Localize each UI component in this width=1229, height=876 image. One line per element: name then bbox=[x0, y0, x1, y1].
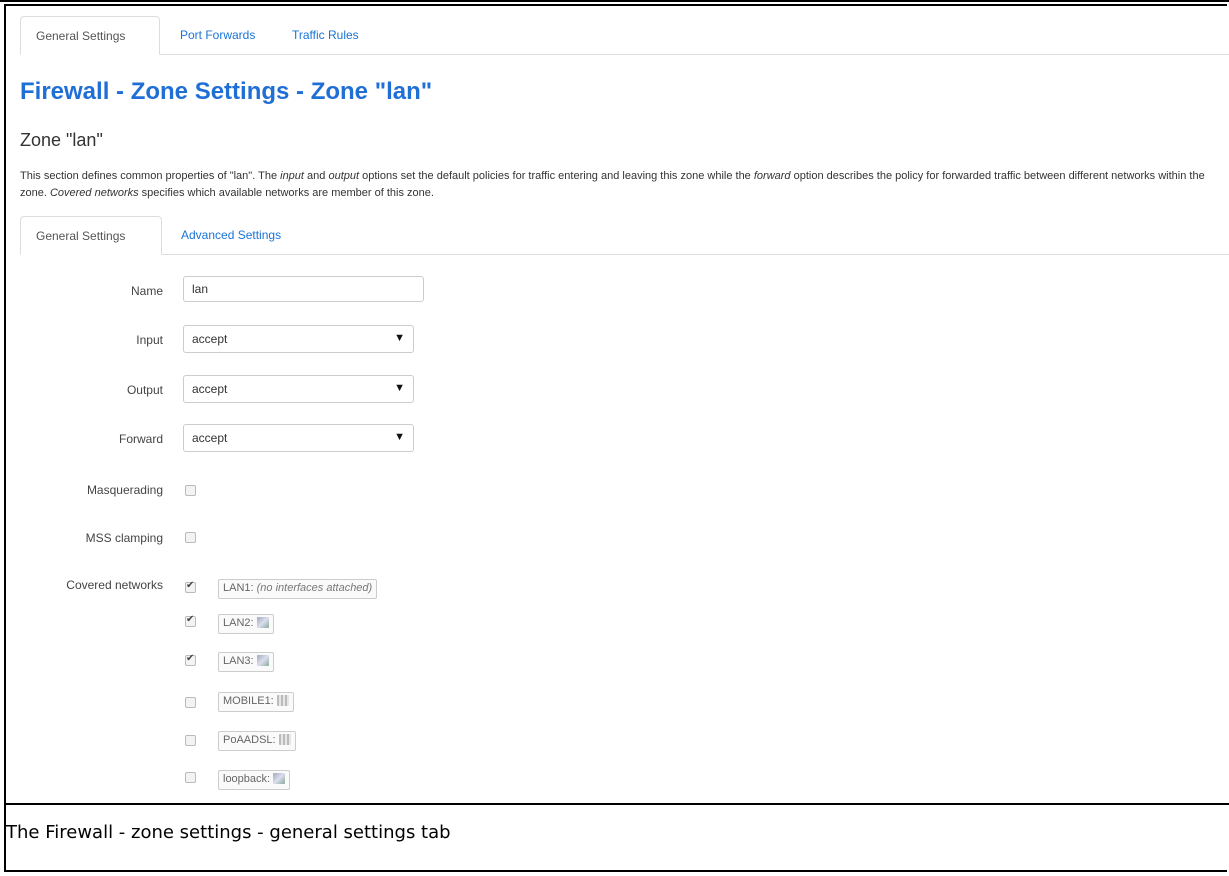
dropdown-arrow-icon: ▼ bbox=[394, 382, 405, 394]
network-badge-lan2: LAN2: bbox=[218, 614, 274, 634]
masquerading-label: Masquerading bbox=[86, 483, 163, 497]
mss-clamping-label: MSS clamping bbox=[85, 531, 163, 545]
network-checkbox-lan2[interactable] bbox=[185, 614, 196, 627]
frame-top-border bbox=[0, 0, 1229, 2]
input-policy-select[interactable]: accept ▼ bbox=[183, 325, 414, 353]
tab-traffic-rules[interactable]: Traffic Rules bbox=[277, 16, 374, 54]
sub-tab-bar: General Settings Advanced Settings bbox=[20, 216, 1229, 255]
network-badge-poaadsl: PoAADSL: bbox=[218, 731, 296, 751]
forward-policy-select[interactable]: accept ▼ bbox=[183, 424, 414, 452]
input-policy-value: accept bbox=[192, 332, 228, 346]
section-title: Zone "lan" bbox=[20, 130, 103, 150]
network-checkbox-loopback[interactable] bbox=[185, 772, 196, 783]
dropdown-arrow-icon: ▼ bbox=[394, 431, 405, 443]
tab-general-settings[interactable]: General Settings bbox=[20, 16, 160, 55]
section-description: This section defines common properties o… bbox=[20, 170, 1205, 199]
top-tab-bar: General Settings Port Forwards Traffic R… bbox=[20, 16, 1229, 55]
input-label: Input bbox=[136, 333, 163, 347]
ethernet-icon bbox=[256, 655, 269, 666]
name-field[interactable]: lan bbox=[183, 276, 424, 302]
output-policy-value: accept bbox=[192, 382, 228, 396]
covered-networks-label: Covered networks bbox=[66, 578, 163, 592]
forward-policy-value: accept bbox=[192, 431, 228, 445]
output-policy-select[interactable]: accept ▼ bbox=[183, 375, 414, 403]
ethernet-icon bbox=[273, 773, 286, 784]
network-badge-loopback: loopback: bbox=[218, 770, 291, 790]
tab-advanced-settings[interactable]: Advanced Settings bbox=[166, 216, 296, 254]
caption-divider bbox=[4, 803, 1229, 805]
network-badge-lan1: LAN1: (no interfaces attached) bbox=[218, 579, 378, 599]
mobile-icon bbox=[278, 734, 291, 745]
network-badge-mobile1: MOBILE1: bbox=[218, 692, 294, 712]
network-checkbox-poaadsl[interactable] bbox=[185, 735, 196, 746]
masquerading-checkbox[interactable] bbox=[185, 485, 196, 496]
mobile-icon bbox=[276, 695, 289, 706]
network-checkbox-lan1[interactable] bbox=[185, 580, 196, 593]
figure-caption: The Firewall - zone settings - general s… bbox=[6, 822, 451, 843]
forward-label: Forward bbox=[118, 432, 163, 446]
output-label: Output bbox=[126, 383, 163, 397]
network-badge-lan3: LAN3: bbox=[218, 652, 274, 672]
dropdown-arrow-icon: ▼ bbox=[394, 332, 405, 344]
page-title: Firewall - Zone Settings - Zone "lan" bbox=[20, 78, 433, 105]
network-checkbox-lan3[interactable] bbox=[185, 653, 196, 666]
tab-port-forwards[interactable]: Port Forwards bbox=[165, 16, 270, 54]
name-label: Name bbox=[130, 284, 163, 298]
mss-clamping-checkbox[interactable] bbox=[185, 532, 196, 543]
network-checkbox-mobile1[interactable] bbox=[185, 697, 196, 708]
ethernet-icon bbox=[256, 617, 269, 628]
tab-zone-general-settings[interactable]: General Settings bbox=[20, 216, 162, 255]
